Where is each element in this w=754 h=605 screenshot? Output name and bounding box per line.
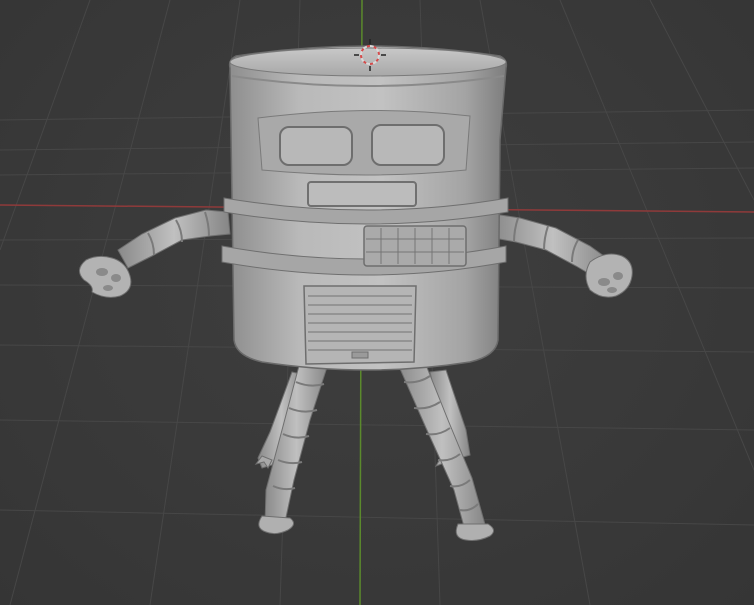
robot-body — [221, 45, 509, 371]
3d-viewport[interactable] — [0, 0, 754, 605]
robot-hand-left — [79, 255, 132, 298]
robot-arm-left — [79, 209, 231, 298]
robot-grille — [363, 225, 467, 267]
robot-eye-left — [279, 126, 353, 166]
robot-arm-right — [493, 213, 633, 298]
robot-vent-door — [303, 285, 417, 365]
robot-mouth-slot — [307, 181, 417, 207]
robot-eye-right — [371, 124, 445, 166]
robot-top-lid — [229, 47, 507, 77]
robot-model[interactable] — [79, 45, 633, 541]
